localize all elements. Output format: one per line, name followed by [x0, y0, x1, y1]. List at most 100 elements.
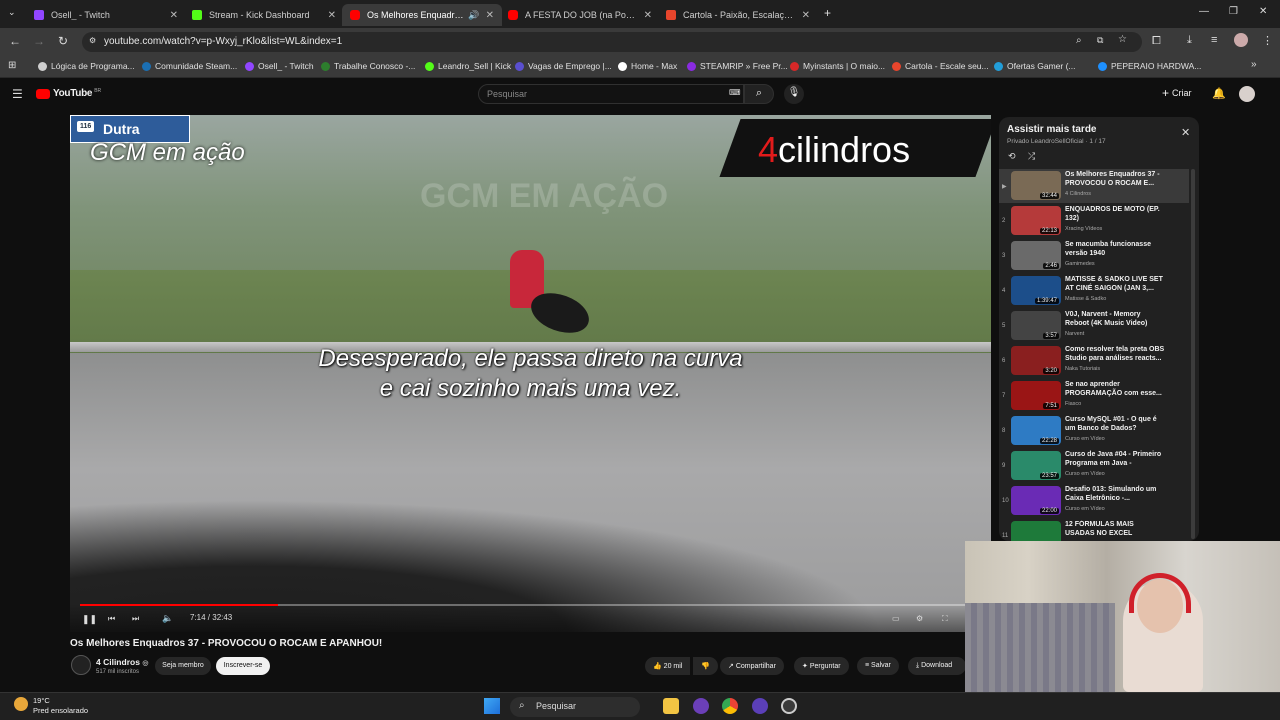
- playlist-item-channel: Narvent: [1065, 331, 1085, 337]
- bookmark-favicon-icon: [142, 61, 151, 71]
- join-button[interactable]: Seja membro: [155, 657, 211, 675]
- channel-avatar[interactable]: [71, 655, 91, 675]
- subtitles-icon[interactable]: ▭: [892, 614, 900, 623]
- bookmark-item[interactable]: Myinstants | O maio...: [790, 61, 885, 71]
- playlist-item[interactable]: 8 22:28 Curso MySQL #01 - O que é um Banco…: [999, 414, 1189, 448]
- like-button[interactable]: 👍 20 mil: [645, 657, 691, 675]
- discord-2-icon[interactable]: [752, 698, 768, 714]
- shuffle-icon[interactable]: ⤮: [1028, 151, 1035, 162]
- bookmark-item[interactable]: PEPERAIO HARDWA...: [1098, 61, 1201, 71]
- close-icon[interactable]: ✕: [644, 10, 652, 21]
- video-player[interactable]: 116 Dutra GCM em ação GCM EM AÇÃO 4cilin…: [70, 115, 991, 632]
- video-duration: 2:46: [1043, 263, 1059, 269]
- site-info-icon[interactable]: ⚙: [89, 36, 96, 45]
- playlist-item[interactable]: 10 22:00 Desafio 013: Simulando um Caixa E…: [999, 484, 1189, 518]
- zoom-icon[interactable]: ⌕: [1076, 35, 1082, 46]
- account-avatar[interactable]: [1239, 86, 1255, 102]
- url-field[interactable]: ⚙ youtube.com/watch?v=p-Wxyj_rKlo&list=W…: [82, 32, 1142, 52]
- tab-kick[interactable]: Stream - Kick Dashboard ✕: [184, 4, 344, 26]
- close-icon[interactable]: ✕: [802, 10, 810, 21]
- bookmark-item[interactable]: Ofertas Gamer (...: [994, 61, 1076, 71]
- close-icon[interactable]: ✕: [328, 10, 336, 21]
- progress-bar[interactable]: [80, 604, 980, 606]
- tab-youtube-active[interactable]: Os Melhores Enquadros 37 🔊 ✕: [342, 4, 502, 26]
- extensions-icon[interactable]: ⧠: [1152, 35, 1161, 48]
- tab-cartola[interactable]: Cartola - Paixão, Escalação, Zoa ✕: [658, 4, 818, 26]
- bookmark-item[interactable]: Lógica de Programa...: [38, 61, 135, 71]
- bookmark-item[interactable]: Comunidade Steam...: [142, 61, 237, 71]
- playlist-item[interactable]: 7 7:51 Se nao aprender PROGRAMAÇÃO com ess…: [999, 379, 1189, 413]
- youtube-header: ☰ YouTube BR Pesquisar ⌨ ⌕ 🎙 + Criar 🔔: [0, 78, 1280, 112]
- save-button[interactable]: ≡ Salvar: [857, 657, 899, 675]
- playlist-item[interactable]: 11 12 FÓRMULAS MAIS USADAS NO EXCEL (Obri…: [999, 519, 1189, 541]
- keyboard-icon[interactable]: ⌨: [729, 88, 741, 97]
- bookmark-item[interactable]: Leandro_Sell | Kick: [425, 61, 511, 71]
- windows-start-icon[interactable]: [484, 698, 500, 714]
- file-explorer-icon[interactable]: [663, 698, 679, 714]
- search-button[interactable]: ⌕: [744, 84, 774, 104]
- bookmark-item[interactable]: Vagas de Emprego |...: [515, 61, 612, 71]
- search-input[interactable]: Pesquisar ⌨: [478, 84, 744, 104]
- download-icon[interactable]: ⤓: [1187, 34, 1192, 47]
- reload-icon[interactable]: ↻: [55, 34, 71, 48]
- bookmark-item[interactable]: STEAMRIP » Free Pr...: [687, 61, 788, 71]
- bookmark-item[interactable]: Home - Max: [618, 61, 677, 71]
- settings-gear-icon[interactable]: ⚙: [916, 614, 923, 623]
- close-icon[interactable]: ✕: [170, 10, 178, 21]
- close-icon[interactable]: ✕: [486, 10, 494, 21]
- video-subtitle-line-1: Desesperado, ele passa direto na curva: [318, 345, 743, 372]
- create-button[interactable]: + Criar: [1162, 86, 1192, 100]
- minimize-icon[interactable]: —: [1199, 6, 1209, 17]
- close-icon[interactable]: ✕: [1181, 126, 1190, 139]
- window-close-icon[interactable]: ✕: [1259, 6, 1267, 17]
- obs-icon[interactable]: [781, 698, 797, 714]
- notifications-bell-icon[interactable]: 🔔: [1212, 87, 1226, 100]
- weather-sun-icon[interactable]: [14, 697, 28, 711]
- menu-dots-icon[interactable]: ⋮: [1262, 34, 1273, 47]
- playlist-item-channel: Gamimedes: [1065, 261, 1095, 267]
- bookmark-star-icon[interactable]: ☆: [1118, 34, 1127, 45]
- bookmark-item[interactable]: Osell_ - Twitch: [245, 61, 314, 71]
- discord-icon[interactable]: [693, 698, 709, 714]
- next-icon[interactable]: ⏭: [132, 614, 139, 624]
- forward-arrow-icon[interactable]: →: [31, 34, 47, 48]
- more-bookmarks-icon[interactable]: »: [1251, 59, 1257, 70]
- share-button[interactable]: ↗ Compartilhar: [720, 657, 784, 675]
- reading-list-icon[interactable]: ≡: [1211, 34, 1217, 46]
- playlist-item[interactable]: 4 1:39:47 MATISSE & SADKO LIVE SET AT CINÉ…: [999, 274, 1189, 308]
- profile-avatar-icon[interactable]: [1234, 33, 1248, 47]
- apps-grid-icon[interactable]: ⊞: [8, 60, 16, 71]
- ask-button[interactable]: ✦ Perguntar: [794, 657, 849, 675]
- new-tab-plus-icon[interactable]: +: [824, 6, 831, 20]
- playlist-item[interactable]: 6 3:20 Como resolver tela preta OBS Studio…: [999, 344, 1189, 378]
- volume-icon[interactable]: 🔈: [162, 613, 173, 624]
- playlist-item[interactable]: 3 2:46 Se macumba funcionasse versão 1940 G…: [999, 239, 1189, 273]
- voice-search-button[interactable]: 🎙: [784, 84, 804, 104]
- tab-list-chevron-icon[interactable]: ⌄: [8, 7, 16, 18]
- back-arrow-icon[interactable]: ←: [7, 34, 23, 48]
- taskbar-search[interactable]: ⌕ Pesquisar: [510, 697, 640, 717]
- maximize-icon[interactable]: ❐: [1229, 6, 1238, 17]
- install-icon[interactable]: ⧉: [1097, 35, 1103, 46]
- tab-festa-job[interactable]: A FESTA DO JOB (na Pousada d ✕: [500, 4, 660, 26]
- chrome-icon[interactable]: [722, 698, 738, 714]
- playlist-item[interactable]: 2 22:13 ENQUADROS DE MOTO (EP. 132) Xracing…: [999, 204, 1189, 238]
- bookmark-item[interactable]: Cartola - Escale seu...: [892, 61, 989, 71]
- download-button[interactable]: ⤓ Download: [908, 657, 966, 675]
- playlist-scrollbar[interactable]: [1191, 169, 1195, 539]
- playlist-item-current[interactable]: ▶ 32:44 Os Melhores Enquadros 37 - PROVOCO…: [999, 169, 1189, 203]
- youtube-logo[interactable]: YouTube BR: [36, 88, 101, 99]
- pause-icon[interactable]: ❚❚: [82, 614, 97, 625]
- bookmark-item[interactable]: Trabalhe Conosco -...: [321, 61, 415, 71]
- prev-icon[interactable]: ⏮: [108, 614, 115, 624]
- fullscreen-icon[interactable]: ⛶: [942, 614, 948, 624]
- playlist-item[interactable]: 5 3:57 V0J, Narvent - Memory Reboot (4K Mu…: [999, 309, 1189, 343]
- channel-name[interactable]: 4 Cilindros ◎: [96, 657, 148, 667]
- dislike-button[interactable]: 👎: [693, 657, 718, 675]
- playlist-item[interactable]: 9 23:57 Curso de Java #04 - Primeiro Progr…: [999, 449, 1189, 483]
- loop-icon[interactable]: ⟲: [1008, 151, 1016, 162]
- speaker-icon[interactable]: 🔊: [468, 10, 479, 21]
- subscribe-button[interactable]: Inscrever-se: [216, 657, 270, 675]
- hamburger-menu-icon[interactable]: ☰: [12, 87, 23, 101]
- tab-twitch[interactable]: Osell_ - Twitch ✕: [26, 4, 186, 26]
